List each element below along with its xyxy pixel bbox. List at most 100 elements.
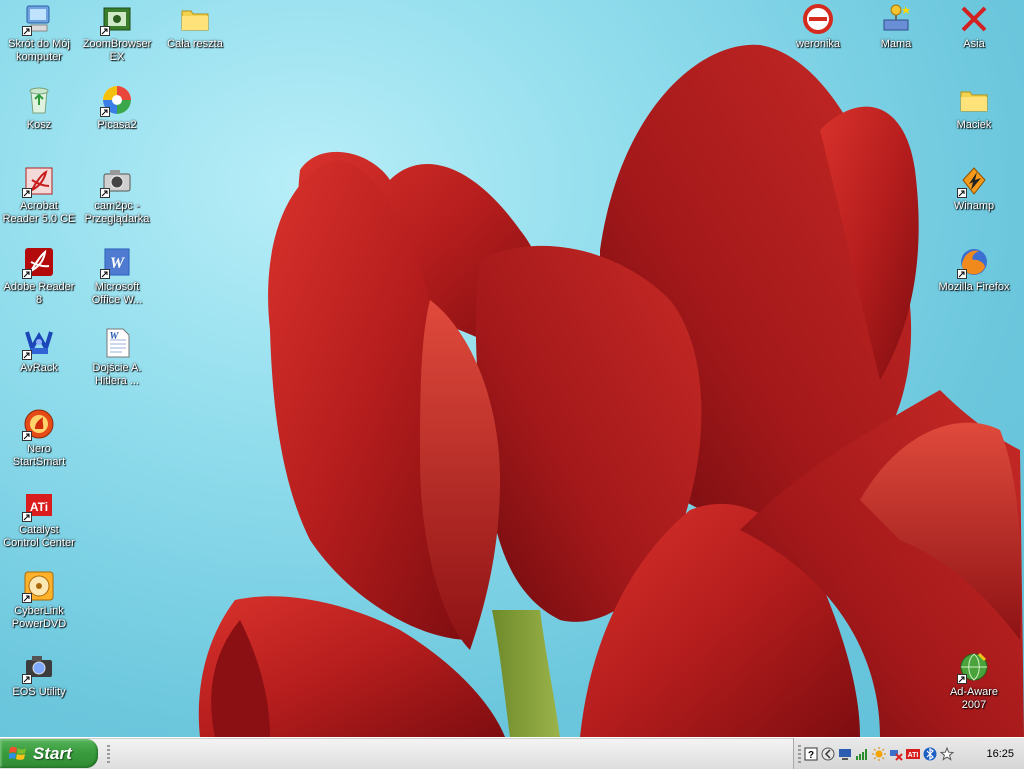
icon-label: Skrót do Mój komputer <box>8 38 70 63</box>
desktop-icon-mozilla-firefox[interactable]: Mozilla Firefox <box>935 245 1013 294</box>
shortcut-arrow-icon <box>22 512 32 522</box>
desktop-icon-asia[interactable]: Asia <box>935 2 1013 51</box>
start-label: Start <box>33 743 72 763</box>
svg-text:W: W <box>110 255 126 272</box>
shortcut-arrow-icon <box>957 269 967 279</box>
user-blocked-icon <box>801 2 835 36</box>
desktop-icon-acrobat-reader-5[interactable]: Acrobat Reader 5.0 CE <box>0 164 78 226</box>
bluetooth-icon[interactable] <box>923 747 937 761</box>
shortcut-arrow-icon <box>22 431 32 441</box>
desktop-icon-eos-utility[interactable]: EOS Utility <box>0 650 78 699</box>
shortcut-arrow-icon <box>22 674 32 684</box>
desktop[interactable]: Skrót do Mój komputer Kosz Acrobat Reade… <box>0 0 1024 737</box>
desktop-icon-cyberlink-powerdvd[interactable]: CyberLink PowerDVD <box>0 569 78 631</box>
desktop-icon-ad-aware-2007[interactable]: Ad-Aware 2007 <box>935 650 1013 712</box>
desktop-icon-cam2pc[interactable]: cam2pc - Przeglądarka <box>78 164 156 226</box>
desktop-icon-word-document[interactable]: W Dojście A. Hitlera ... <box>78 326 156 388</box>
icon-label: Catalyst Control Center <box>3 524 75 549</box>
shortcut-arrow-icon <box>22 593 32 603</box>
icon-label: Cała reszta <box>167 38 223 50</box>
star-icon[interactable] <box>940 746 954 761</box>
icon-label: Maciek <box>956 119 992 131</box>
system-tray: ? ATI 16:25 <box>793 738 1024 769</box>
icon-label: weronika <box>795 38 841 50</box>
nero-icon <box>22 407 56 441</box>
my-computer-icon <box>22 2 56 36</box>
desktop-icon-picasa2[interactable]: Picasa2 <box>78 83 156 132</box>
desktop-icon-nero-startsmart[interactable]: Nero StartSmart <box>0 407 78 469</box>
camera-icon <box>100 164 134 198</box>
desktop-icon-cala-reszta[interactable]: Cała reszta <box>156 2 234 51</box>
acrobat-icon <box>22 164 56 198</box>
icon-label: cam2pc - Przeglądarka <box>84 200 150 225</box>
taskbar: Start ? ATI 16:25 <box>0 737 1024 769</box>
icon-label: Acrobat Reader 5.0 CE <box>2 200 76 225</box>
icon-label: Ad-Aware 2007 <box>949 686 999 711</box>
svg-text:ATI: ATI <box>908 752 919 759</box>
desktop-icon-avrack[interactable]: AvRack <box>0 326 78 375</box>
svg-text:ATi: ATi <box>30 500 48 514</box>
folder-icon <box>957 83 991 117</box>
red-x-icon <box>957 2 991 36</box>
word-document-icon: W <box>100 326 134 360</box>
icon-label: AvRack <box>20 362 58 374</box>
desktop-icon-winamp[interactable]: Winamp <box>935 164 1013 213</box>
icon-label: Dojście A. Hitlera ... <box>92 362 142 387</box>
icon-label: Adobe Reader 8 <box>3 281 75 306</box>
icon-label: Winamp <box>953 200 995 212</box>
svg-text:W: W <box>110 331 120 342</box>
monitor-icon[interactable] <box>838 747 852 761</box>
sun-icon[interactable] <box>872 746 886 761</box>
network-user-icon <box>879 2 913 36</box>
desktop-icon-microsoft-office-word[interactable]: W Microsoft Office W... <box>78 245 156 307</box>
clock[interactable]: 16:25 <box>986 748 1014 760</box>
camera-icon <box>22 650 56 684</box>
desktop-icon-zoombrowser-ex[interactable]: ZoomBrowser EX <box>78 2 156 64</box>
icon-label: ZoomBrowser EX <box>82 38 152 63</box>
desktop-icon-catalyst-control-center[interactable]: ATi Catalyst Control Center <box>0 488 78 550</box>
desktop-icon-my-computer[interactable]: Skrót do Mój komputer <box>0 2 78 64</box>
desktop-icon-adobe-reader-8[interactable]: Adobe Reader 8 <box>0 245 78 307</box>
toolbar-grip[interactable] <box>107 745 110 763</box>
help-icon[interactable]: ? <box>804 747 818 761</box>
zoombrowser-icon <box>100 2 134 36</box>
icon-label: Asia <box>963 38 985 50</box>
shortcut-arrow-icon <box>22 269 32 279</box>
icon-label: Mozilla Firefox <box>938 281 1010 293</box>
back-arrow-icon[interactable] <box>821 747 835 761</box>
shortcut-arrow-icon <box>100 26 110 36</box>
desktop-icon-maciek[interactable]: Maciek <box>935 83 1013 132</box>
windows-logo-icon <box>9 746 26 760</box>
tray-grip[interactable] <box>798 744 801 763</box>
shortcut-arrow-icon <box>100 188 110 198</box>
shortcut-arrow-icon <box>957 188 967 198</box>
shortcut-arrow-icon <box>100 269 110 279</box>
powerdvd-icon <box>22 569 56 603</box>
icon-label: Kosz <box>26 119 52 131</box>
icon-label: EOS Utility <box>12 686 66 698</box>
icon-label: Picasa2 <box>97 119 137 131</box>
word-icon: W <box>100 245 134 279</box>
shortcut-arrow-icon <box>22 26 32 36</box>
icon-label: Microsoft Office W... <box>91 281 143 306</box>
shortcut-arrow-icon <box>100 107 110 117</box>
signal-bars-icon[interactable] <box>855 747 869 761</box>
ati-icon: ATi <box>22 488 56 522</box>
icon-label: Nero StartSmart <box>12 443 66 468</box>
recycle-bin-icon <box>22 83 56 117</box>
shortcut-arrow-icon <box>22 350 32 360</box>
winamp-icon <box>957 164 991 198</box>
adaware-icon <box>957 650 991 684</box>
desktop-icon-weronika[interactable]: weronika <box>779 2 857 51</box>
avrack-icon <box>22 326 56 360</box>
shortcut-arrow-icon <box>22 188 32 198</box>
firefox-icon <box>957 245 991 279</box>
start-button[interactable]: Start <box>0 739 98 768</box>
network-x-icon[interactable] <box>889 747 903 761</box>
desktop-icon-recycle-bin[interactable]: Kosz <box>0 83 78 132</box>
svg-text:?: ? <box>808 750 814 761</box>
adobe-reader-icon <box>22 245 56 279</box>
ati-tray-icon[interactable]: ATI <box>906 747 920 761</box>
desktop-icon-mama[interactable]: Mama <box>857 2 935 51</box>
folder-icon <box>178 2 212 36</box>
